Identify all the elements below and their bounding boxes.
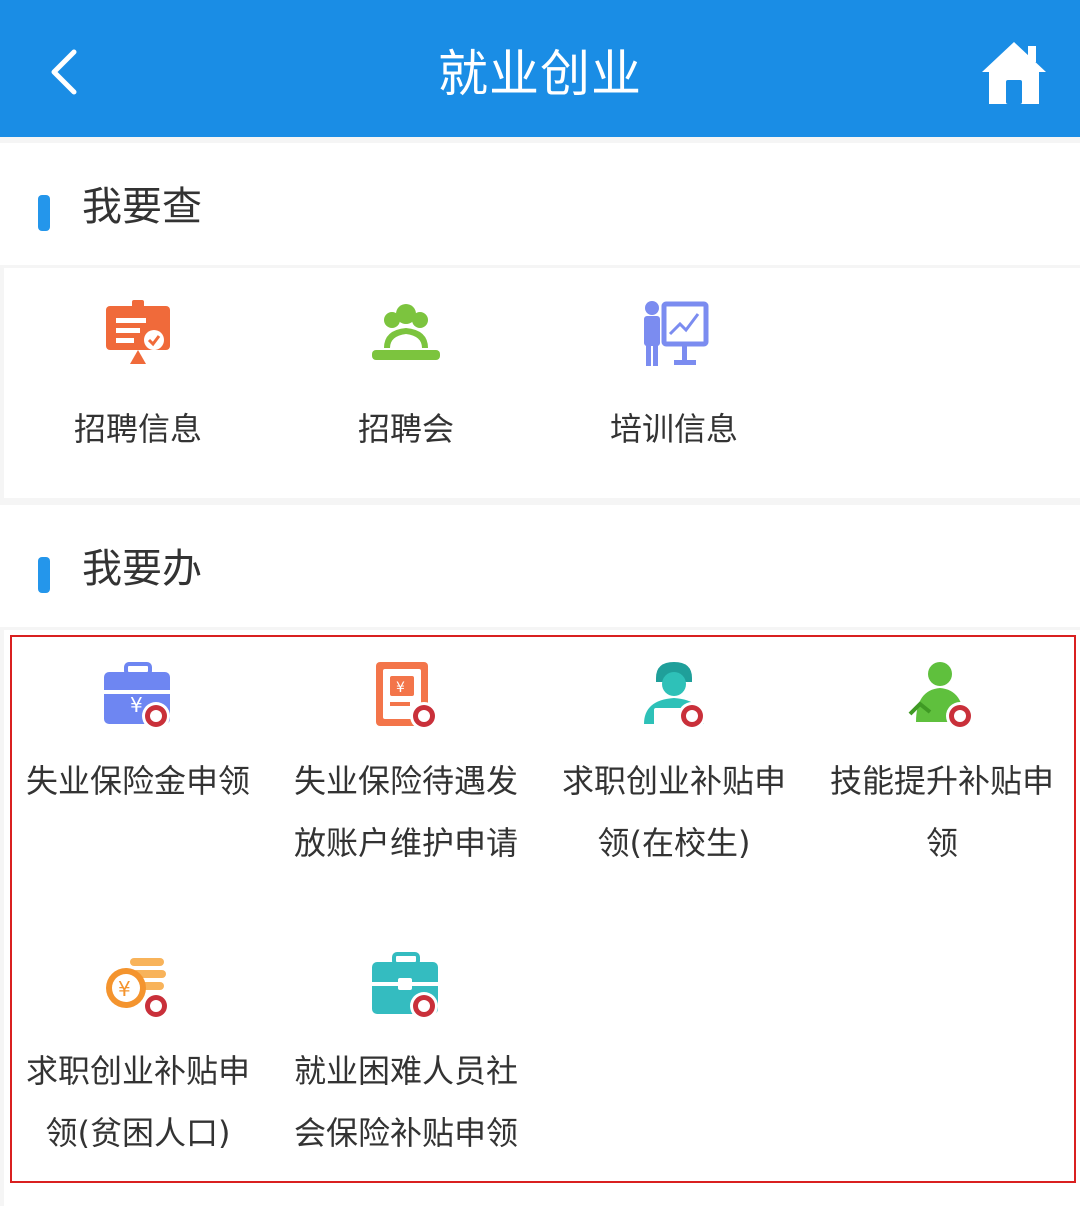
section-marker bbox=[38, 557, 50, 593]
grid-item-label: 就业困难人员社 bbox=[293, 1052, 518, 1090]
grid-item-label: 招聘会 bbox=[357, 410, 454, 448]
grid-item-label: 领 bbox=[925, 824, 958, 862]
grid-item-label: 求职创业补贴申 bbox=[25, 1052, 250, 1090]
grid-item-label: 失业保险待遇发 bbox=[293, 762, 518, 800]
presentation-board-icon bbox=[106, 300, 170, 364]
grid-item-label: 招聘信息 bbox=[73, 410, 202, 448]
grid-item-social-insurance-subsidy[interactable]: 就业困难人员社 会保险补贴申领 bbox=[272, 950, 540, 1164]
grid-item-subsidy-poverty[interactable]: ¥ 求职创业补贴申 领(贫困人口) bbox=[4, 950, 272, 1164]
coin-yuan-icon: ¥ bbox=[106, 958, 170, 1020]
briefcase-icon bbox=[372, 952, 438, 1020]
svg-text:¥: ¥ bbox=[130, 693, 143, 717]
grid-item-label: 技能提升补贴申 bbox=[829, 762, 1054, 800]
grid-item-unemployment-benefit[interactable]: ¥ 失业保险金申领 bbox=[4, 660, 272, 812]
section-title-handle: 我要办 bbox=[82, 546, 202, 592]
back-button[interactable] bbox=[38, 40, 98, 100]
query-grid: 招聘信息 招聘会 培训信息 bbox=[4, 268, 1080, 498]
grid-item-label: 会保险补贴申领 bbox=[293, 1114, 518, 1152]
wallet-yuan-icon: ¥ bbox=[104, 662, 170, 730]
grid-item-subsidy-student[interactable]: 求职创业补贴申 领(在校生) bbox=[540, 660, 808, 874]
section-header-query: 我要查 bbox=[0, 143, 1080, 265]
handle-grid: ¥ 失业保险金申领 ¥ 失业保险待遇发 放账户维护申请 求职创业补贴申 领(在校… bbox=[4, 630, 1080, 1206]
svg-text:¥: ¥ bbox=[118, 977, 131, 1001]
student-laptop-icon bbox=[644, 662, 706, 730]
grid-item-job-info[interactable]: 招聘信息 bbox=[4, 298, 272, 460]
grid-item-benefit-account[interactable]: ¥ 失业保险待遇发 放账户维护申请 bbox=[272, 660, 540, 874]
grid-item-training-info[interactable]: 培训信息 bbox=[540, 298, 808, 460]
grid-item-label: 领(在校生) bbox=[597, 824, 751, 862]
grid-item-label: 求职创业补贴申 bbox=[561, 762, 786, 800]
grid-item-label: 领(贫困人口) bbox=[45, 1114, 231, 1152]
grid-item-label: 放账户维护申请 bbox=[293, 824, 518, 862]
section-title-query: 我要查 bbox=[82, 184, 202, 230]
trainer-chart-icon bbox=[644, 301, 709, 366]
chevron-left-icon bbox=[51, 49, 77, 95]
section-marker bbox=[38, 195, 50, 231]
grid-item-label: 失业保险金申领 bbox=[25, 762, 250, 800]
grid-item-skill-subsidy[interactable]: 技能提升补贴申 领 bbox=[808, 660, 1076, 874]
svg-text:¥: ¥ bbox=[396, 680, 405, 696]
grid-item-job-fair[interactable]: 招聘会 bbox=[272, 298, 540, 460]
section-header-handle: 我要办 bbox=[0, 505, 1080, 627]
meeting-people-icon bbox=[372, 304, 440, 360]
page-title: 就业创业 bbox=[438, 45, 642, 103]
home-icon bbox=[982, 42, 1046, 104]
top-bar: 就业创业 bbox=[0, 0, 1080, 137]
home-button[interactable] bbox=[980, 40, 1048, 106]
person-upgrade-icon bbox=[908, 662, 974, 730]
grid-item-label: 培训信息 bbox=[609, 410, 738, 448]
document-yuan-icon: ¥ bbox=[376, 662, 438, 730]
